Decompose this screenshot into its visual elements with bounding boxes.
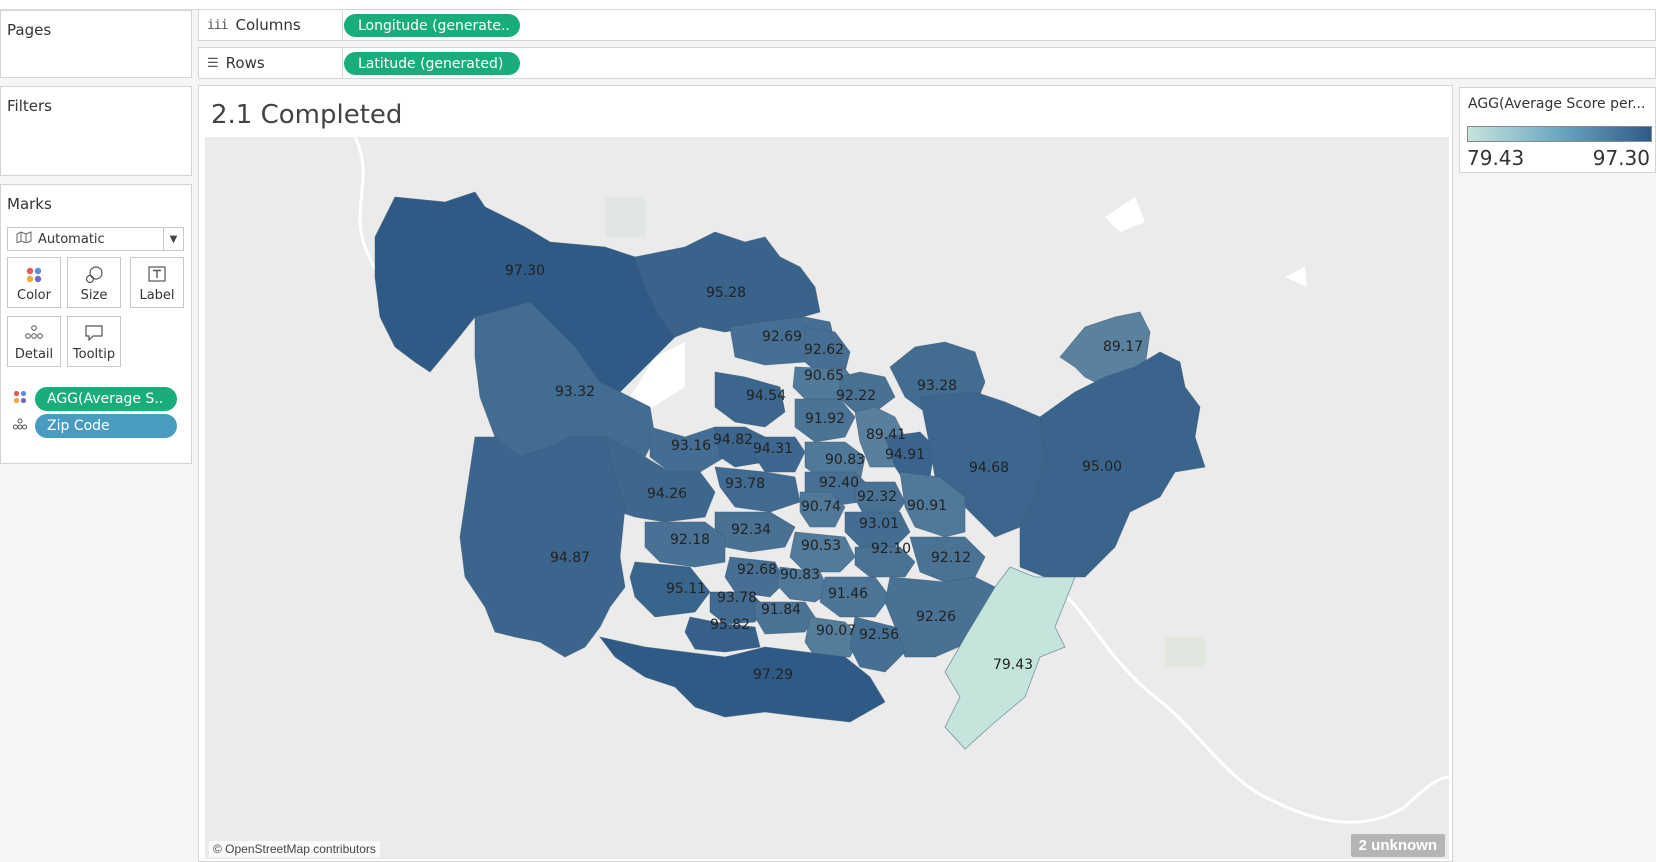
size-label: Size xyxy=(80,288,108,303)
zip-value-label: 93.78 xyxy=(725,476,765,492)
size-button[interactable]: Size xyxy=(67,257,121,308)
zip-value-label: 90.53 xyxy=(801,538,841,554)
zip-value-label: 91.46 xyxy=(828,586,868,602)
rows-label: Rows xyxy=(225,54,265,72)
detail-label: Detail xyxy=(14,347,54,362)
zip-region[interactable] xyxy=(459,436,626,658)
zip-value-label: 94.87 xyxy=(550,550,590,566)
detail-field-pill[interactable]: Zip Code xyxy=(35,414,177,438)
zip-value-label: 94.82 xyxy=(713,432,753,448)
zip-value-label: 94.68 xyxy=(969,460,1009,476)
zip-regions xyxy=(374,191,1206,750)
zip-value-label: 90.83 xyxy=(825,452,865,468)
color-field-pill[interactable]: AGG(Average S.. xyxy=(35,387,177,411)
zip-value-label: 79.43 xyxy=(993,657,1033,673)
zip-value-label: 90.07 xyxy=(816,623,856,639)
zip-value-label: 92.32 xyxy=(857,489,897,505)
zip-value-label: 94.31 xyxy=(753,441,793,457)
rows-icon: ☰ xyxy=(207,55,219,71)
detail-icon xyxy=(8,325,60,339)
zip-value-label: 95.11 xyxy=(666,581,706,597)
detail-field-row: Zip Code xyxy=(13,414,177,438)
zip-value-label: 93.78 xyxy=(717,590,757,606)
pages-card: Pages xyxy=(0,10,192,78)
text-label-icon xyxy=(131,266,183,282)
zip-value-label: 94.26 xyxy=(647,486,687,502)
pages-title: Pages xyxy=(7,21,52,39)
color-legend[interactable]: AGG(Average Score per... 79.43 97.30 xyxy=(1459,87,1656,173)
columns-shelf-label: iii Columns xyxy=(199,10,343,40)
columns-shelf[interactable]: iii Columns Longitude (generate.. xyxy=(198,9,1656,41)
map-svg[interactable]: 97.30 95.28 92.6992.62 89.17 90.65 93.32 93.28… xyxy=(205,137,1449,859)
zip-value-label: 97.29 xyxy=(753,667,793,683)
tooltip-icon xyxy=(68,325,120,341)
unknown-values-badge[interactable]: 2 unknown xyxy=(1350,834,1445,857)
zip-value-label: 94.54 xyxy=(746,388,786,404)
zip-value-label: 90.74 xyxy=(801,499,841,515)
zip-value-label: 92.40 xyxy=(819,475,859,491)
filters-card[interactable]: Filters xyxy=(0,86,192,176)
zip-value-label: 92.34 xyxy=(731,522,771,538)
color-button[interactable]: Color xyxy=(7,257,61,308)
zip-value-label: 94.91 xyxy=(885,447,925,463)
legend-color-ramp xyxy=(1467,126,1652,142)
chevron-down-icon[interactable]: ▼ xyxy=(163,228,183,250)
zip-value-label: 89.41 xyxy=(866,427,906,443)
legend-title: AGG(Average Score per... xyxy=(1468,96,1646,112)
color-field-row: AGG(Average S.. xyxy=(13,387,177,411)
zip-value-label: 90.83 xyxy=(780,567,820,583)
filters-title: Filters xyxy=(7,97,52,115)
size-icon xyxy=(68,266,120,284)
zip-value-label: 92.10 xyxy=(871,541,911,557)
zip-value-label: 95.00 xyxy=(1082,459,1122,475)
legend-min-value: 79.43 xyxy=(1467,146,1525,170)
zip-value-label: 91.92 xyxy=(805,411,845,427)
map-attribution[interactable]: © OpenStreetMap contributors xyxy=(209,841,380,857)
zip-value-label: 92.62 xyxy=(804,342,844,358)
map-view[interactable]: 97.30 95.28 92.69 92.62 89.17 90.65 93.32 93.28… xyxy=(205,137,1449,859)
detail-button[interactable]: Detail xyxy=(7,316,61,367)
zip-value-label: 92.18 xyxy=(670,532,710,548)
columns-icon: iii xyxy=(207,17,229,33)
legend-max-value: 97.30 xyxy=(1592,146,1650,170)
zip-value-label: 92.22 xyxy=(836,388,876,404)
latitude-pill[interactable]: Latitude (generated) xyxy=(344,52,520,75)
zip-value-label: 93.01 xyxy=(859,516,899,532)
tooltip-button[interactable]: Tooltip xyxy=(67,316,121,367)
zip-value-label: 92.68 xyxy=(737,562,777,578)
viz-title: 2.1 Completed xyxy=(211,100,403,130)
tooltip-label: Tooltip xyxy=(72,347,116,362)
zip-value-label: 95.28 xyxy=(706,285,746,301)
map-mark-icon xyxy=(16,231,32,247)
zip-value-label: 93.28 xyxy=(917,378,957,394)
rows-shelf[interactable]: ☰ Rows Latitude (generated) xyxy=(198,47,1656,79)
mark-type-label: Automatic xyxy=(38,231,105,247)
color-icon xyxy=(8,266,60,284)
marks-card: Marks Automatic ▼ Color Size Label Detai… xyxy=(0,184,192,464)
zip-value-label: 92.69 xyxy=(762,329,802,345)
longitude-pill[interactable]: Longitude (generate.. xyxy=(344,14,520,37)
zip-value-label: 93.16 xyxy=(671,438,711,454)
zip-value-label: 92.26 xyxy=(916,609,956,625)
zip-value-label: 92.56 xyxy=(859,627,899,643)
columns-label: Columns xyxy=(235,16,301,34)
zip-value-label: 90.65 xyxy=(804,368,844,384)
detail-encoding-icon xyxy=(13,418,27,434)
mark-type-dropdown[interactable]: Automatic ▼ xyxy=(7,227,184,251)
color-encoding-icon xyxy=(13,390,27,408)
marks-title: Marks xyxy=(7,195,52,213)
zip-value-label: 92.12 xyxy=(931,550,971,566)
zip-value-label: 89.17 xyxy=(1103,339,1143,355)
zip-value-label: 90.91 xyxy=(907,498,947,514)
zip-value-label: 93.32 xyxy=(555,384,595,400)
label-button[interactable]: Label xyxy=(130,257,184,308)
zip-value-label: 91.84 xyxy=(761,602,801,618)
zip-value-label: 97.30 xyxy=(505,263,545,279)
rows-shelf-label: ☰ Rows xyxy=(199,48,343,78)
color-label: Color xyxy=(17,288,51,303)
zip-value-label: 95.82 xyxy=(710,617,750,633)
label-label: Label xyxy=(139,288,175,303)
